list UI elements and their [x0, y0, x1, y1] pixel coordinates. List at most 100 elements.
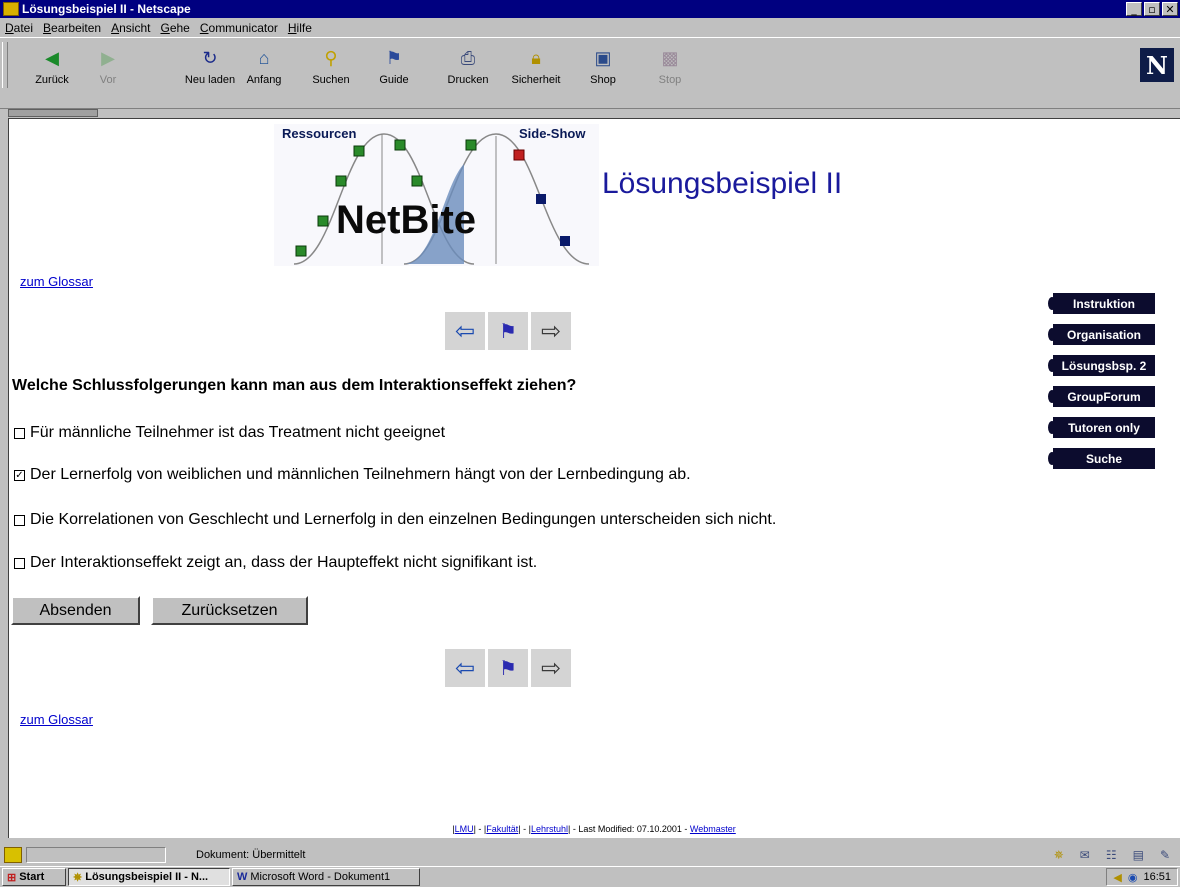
browser-window: Lösungsbeispiel II - Netscape _ ▫ ✕ Date…	[0, 0, 1180, 866]
sitemap-icon: ⚑	[499, 657, 517, 680]
option-3[interactable]: Die Korrelationen von Geschlecht und Ler…	[14, 511, 776, 529]
stop-icon: ▩	[661, 47, 679, 68]
netscape-logo[interactable]: N	[1140, 48, 1174, 82]
sidenav-groupforum[interactable]: GroupForum	[1048, 386, 1155, 407]
lock-icon: 🔒︎	[531, 47, 541, 68]
print-button[interactable]: ⎙ Drucken	[438, 44, 498, 92]
reload-icon: ↻	[202, 47, 218, 68]
security-button[interactable]: 🔒︎ Sicherheit	[506, 44, 566, 92]
next-page-button[interactable]: ⇨	[531, 649, 571, 687]
sidenav-suche[interactable]: Suche	[1048, 448, 1155, 469]
footer-link-webmaster[interactable]: Webmaster	[690, 824, 736, 834]
logo-wordmark: NetBite	[336, 198, 477, 242]
search-button[interactable]: ⚲ Suchen	[301, 44, 361, 92]
option-1-label: Für männliche Teilnehmer ist das Treatme…	[30, 424, 446, 441]
prev-page-button[interactable]: ⇦	[445, 312, 485, 350]
mail-icon[interactable]: ✉	[1080, 848, 1090, 862]
submit-button[interactable]: Absenden	[11, 596, 140, 625]
netbite-logo-graphic	[293, 133, 590, 265]
search-label: Suchen	[312, 74, 350, 86]
option-2-label: Der Lernerfolg von weiblichen und männli…	[30, 466, 691, 483]
reset-button[interactable]: Zurücksetzen	[151, 596, 308, 625]
prev-page-button[interactable]: ⇦	[445, 649, 485, 687]
status-bar: Dokument: Übermittelt ✵ ✉ ☷ ▤ ✎	[0, 845, 1180, 865]
sitemap-icon: ⚑	[499, 320, 517, 343]
page-footer: |LMU| - |Fakultät| - |Lehrstuhl| - Last …	[452, 824, 736, 834]
glossar-link-bottom[interactable]: zum Glossar	[20, 712, 93, 727]
search-icon: ⚲	[324, 47, 338, 68]
option-1-checkbox[interactable]	[14, 427, 25, 439]
maximize-button[interactable]: ▫	[1144, 2, 1160, 16]
security-lock-icon[interactable]	[4, 847, 22, 863]
sidenav-instruktion[interactable]: Instruktion	[1048, 293, 1155, 314]
home-button[interactable]: ⌂ Anfang	[234, 44, 294, 92]
logo-label-ressourcen: Ressourcen	[282, 126, 357, 141]
shop-button[interactable]: ▣ Shop	[573, 44, 633, 92]
menu-hilfe[interactable]: Hilfe	[283, 21, 317, 35]
option-2[interactable]: ✓ Der Lernerfolg von weiblichen und männ…	[14, 466, 691, 484]
minimize-button[interactable]: _	[1126, 2, 1142, 16]
page-content: Ressourcen Side-Show NetBite Lösungsbeis…	[8, 118, 1180, 838]
security-label: Sicherheit	[511, 74, 561, 86]
quiz-question: Welche Schlussfolgerungen kann man aus d…	[12, 377, 577, 394]
sitemap-button[interactable]: ⚑	[488, 312, 528, 350]
footer-link-fakultaet[interactable]: Fakultät	[486, 824, 518, 834]
option-1[interactable]: Für männliche Teilnehmer ist das Treatme…	[14, 424, 445, 442]
address-book-icon[interactable]: ▤	[1133, 848, 1144, 862]
toolbar-grip[interactable]	[2, 42, 8, 88]
shop-label: Shop	[590, 74, 616, 86]
windows-logo-icon: ⊞	[7, 871, 17, 884]
netbite-logo: Ressourcen Side-Show NetBite	[274, 124, 599, 266]
task-word[interactable]: W Microsoft Word - Dokument1	[232, 868, 420, 886]
stop-label: Stop	[658, 74, 682, 86]
navigator-icon[interactable]: ✵	[1054, 848, 1064, 862]
sidenav-tutoren-only[interactable]: Tutoren only	[1048, 417, 1155, 438]
menu-bearbeiten[interactable]: Bearbeiten	[38, 21, 106, 35]
task-netscape[interactable]: ✵ Lösungsbeispiel II - N...	[68, 868, 230, 886]
option-4-checkbox[interactable]	[14, 557, 25, 569]
arrow-left-icon: ⇦	[454, 317, 476, 345]
menu-datei[interactable]: Datei	[0, 21, 38, 35]
menu-communicator[interactable]: Communicator	[195, 21, 283, 35]
next-page-button[interactable]: ⇨	[531, 312, 571, 350]
option-2-checkbox[interactable]: ✓	[14, 469, 25, 481]
reload-button[interactable]: ↻ Neu laden	[180, 44, 240, 92]
forward-label: Vor	[99, 74, 117, 86]
status-text: Dokument: Übermittelt	[196, 849, 306, 861]
reload-label: Neu laden	[184, 74, 236, 86]
back-arrow-icon: ◀	[45, 47, 59, 68]
close-button[interactable]: ✕	[1162, 2, 1178, 16]
network-icon[interactable]: ◉	[1128, 871, 1138, 884]
option-4-label: Der Interaktionseffekt zeigt an, dass de…	[30, 554, 538, 571]
start-button[interactable]: ⊞ Start	[2, 868, 66, 886]
option-4[interactable]: Der Interaktionseffekt zeigt an, dass de…	[14, 554, 537, 572]
home-label: Anfang	[246, 74, 282, 86]
arrow-left-icon: ⇦	[454, 654, 476, 682]
option-3-label: Die Korrelationen von Geschlecht und Ler…	[30, 511, 777, 528]
guide-icon: ⚑	[385, 47, 403, 68]
sidenav-loesungsbsp-2[interactable]: Lösungsbsp. 2	[1048, 355, 1155, 376]
system-tray: ◀ ◉ 16:51	[1106, 868, 1178, 886]
page-title: Lösungsbeispiel II	[602, 167, 843, 200]
menu-gehe[interactable]: Gehe	[155, 21, 194, 35]
footer-link-lehrstuhl[interactable]: Lehrstuhl	[531, 824, 568, 834]
clock[interactable]: 16:51	[1143, 871, 1171, 883]
composer-icon[interactable]: ✎	[1160, 848, 1170, 862]
stop-button[interactable]: ▩ Stop	[640, 44, 700, 92]
back-button[interactable]: ◀ Zurück	[22, 44, 82, 92]
guide-button[interactable]: ⚑ Guide	[364, 44, 424, 92]
toolbar-collapse-tabs[interactable]	[8, 109, 98, 117]
glossar-link-top[interactable]: zum Glossar	[20, 274, 93, 289]
sitemap-button[interactable]: ⚑	[488, 649, 528, 687]
guide-label: Guide	[379, 74, 409, 86]
page-nav-bottom: ⇦ ⚑ ⇨	[445, 649, 571, 687]
menu-ansicht[interactable]: Ansicht	[106, 21, 155, 35]
netscape-app-icon	[3, 2, 19, 16]
forward-button[interactable]: ▶ Vor	[78, 44, 138, 92]
option-3-checkbox[interactable]	[14, 514, 25, 526]
newsgroups-icon[interactable]: ☷	[1106, 848, 1117, 862]
sidenav-organisation[interactable]: Organisation	[1048, 324, 1155, 345]
logo-label-side-show: Side-Show	[519, 126, 586, 141]
footer-link-lmu[interactable]: LMU	[455, 824, 474, 834]
speaker-icon[interactable]: ◀	[1113, 871, 1121, 884]
